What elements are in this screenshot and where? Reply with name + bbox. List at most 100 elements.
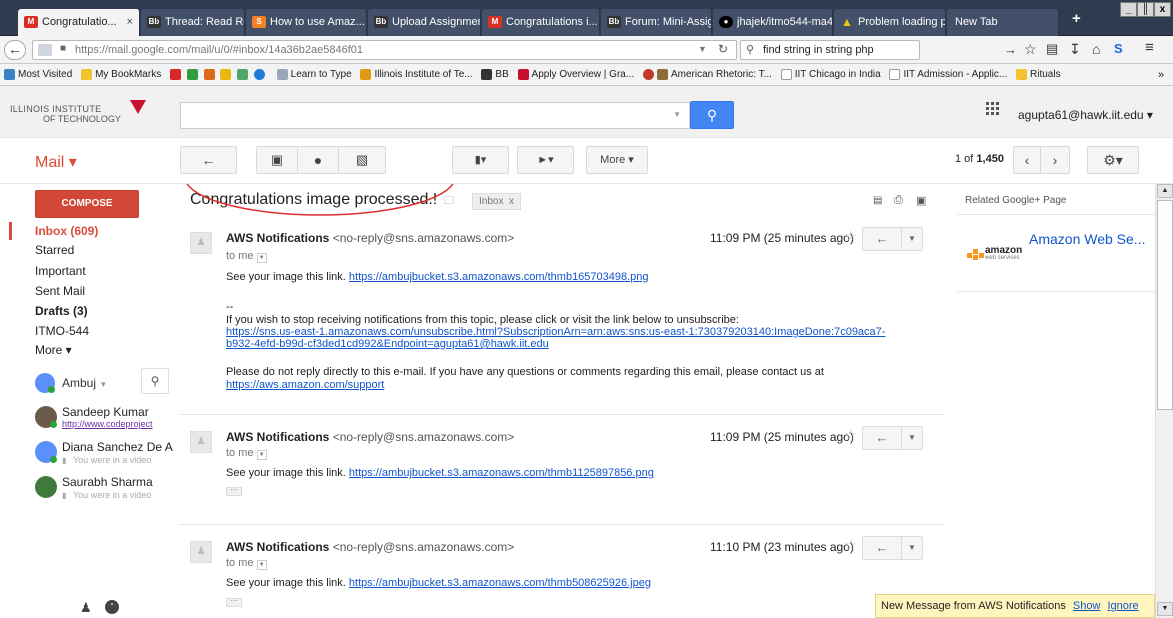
inbox-label-chip[interactable]: Inbox x — [472, 193, 522, 210]
nav-drafts[interactable]: Drafts (3) — [35, 304, 88, 318]
account-menu[interactable]: agupta61@hawk.iit.edu ▾ — [1018, 108, 1153, 122]
new-tab-button[interactable]: + — [1072, 10, 1081, 27]
nav-starred[interactable]: Starred — [35, 243, 74, 257]
unsubscribe-link[interactable]: https://sns.us-east-1.amazonaws.com/unsu… — [226, 326, 885, 338]
details-dropdown-icon[interactable]: ▼ — [256, 253, 267, 263]
page-scrollbar[interactable]: ▲ ▼ — [1155, 184, 1173, 618]
message-more-button[interactable]: ▼ — [901, 536, 923, 560]
go-icon[interactable]: → — [1004, 42, 1017, 57]
bookmark-iit-admission[interactable]: IIT Admission - Applic... — [889, 64, 1007, 85]
recipient[interactable]: to me ▼ — [226, 250, 267, 263]
downloads-icon[interactable]: ↧ — [1069, 41, 1081, 58]
tab-how-to-use-amazon[interactable]: S How to use Amaz... — [246, 9, 367, 36]
contact-saurabh[interactable]: Saurabh Sharma ▮ You were in a video — [35, 475, 180, 506]
details-dropdown-icon[interactable]: ▼ — [256, 560, 267, 570]
recipient[interactable]: to me ▼ — [226, 557, 267, 570]
dropdown-icon[interactable]: ▼ — [698, 44, 707, 54]
tab-forum-mini-assignment[interactable]: Bb Forum: Mini-Assig... — [601, 9, 712, 36]
print-icon[interactable]: ⎙ — [894, 194, 903, 207]
bookmark-bb[interactable]: BB — [481, 64, 509, 85]
notification-show-link[interactable]: Show — [1073, 600, 1101, 612]
sender-name[interactable]: AWS Notifications <no-reply@sns.amazonaw… — [226, 430, 514, 444]
nav-itmo-544[interactable]: ITMO-544 — [35, 324, 89, 338]
contact-diana[interactable]: Diana Sanchez De A ▮ You were in a video — [35, 440, 180, 471]
bookmark-learn-to-type[interactable]: Learn to Type — [276, 64, 352, 85]
scroll-up-button[interactable]: ▲ — [1157, 184, 1173, 198]
back-to-inbox-button[interactable]: ← — [180, 146, 237, 174]
settings-button[interactable]: ⚙▾ — [1087, 146, 1139, 174]
show-trimmed-content-button[interactable]: ⋯ — [226, 598, 242, 607]
star-icon[interactable]: ☆ — [844, 426, 857, 444]
contact-sandeep[interactable]: Sandeep Kumar http://www.codeproject — [35, 405, 180, 436]
nav-important[interactable]: Important — [35, 264, 86, 278]
mail-switcher[interactable]: Mail ▾ — [35, 152, 77, 172]
image-link[interactable]: https://ambujbucket.s3.amazonaws.com/thm… — [349, 467, 654, 479]
new-window-icon[interactable]: ▣ — [916, 194, 926, 207]
maximize-button[interactable]: ║ — [1137, 2, 1154, 17]
archive-button[interactable]: ▣ — [256, 146, 298, 174]
report-spam-button[interactable]: ● — [297, 146, 339, 174]
nav-more[interactable]: More ▾ — [35, 343, 72, 357]
tab-congratulations-2[interactable]: M Congratulations i... — [482, 9, 600, 36]
bookmark-american-rhetoric[interactable]: American Rhetoric: T... — [642, 64, 772, 85]
compose-button[interactable]: COMPOSE — [35, 190, 139, 218]
tab-new-tab[interactable]: New Tab — [947, 9, 1059, 36]
chat-user-name[interactable]: Ambuj ▼ — [62, 376, 107, 390]
scroll-thumb[interactable] — [1157, 200, 1173, 410]
tab-gmail-congratulations[interactable]: M Congratulatio... × — [18, 9, 140, 36]
labels-button[interactable]: ►▾ — [517, 146, 574, 174]
image-link[interactable]: https://ambujbucket.s3.amazonaws.com/thm… — [349, 577, 651, 589]
search-field[interactable]: ⚲ find string in string php — [740, 40, 920, 60]
reply-button[interactable]: ← — [862, 536, 902, 560]
image-link[interactable]: https://ambujbucket.s3.amazonaws.com/thm… — [349, 271, 649, 283]
reply-button[interactable]: ← — [862, 227, 902, 251]
contacts-person-icon[interactable]: ♟ — [80, 600, 92, 616]
notification-ignore-link[interactable]: Ignore — [1107, 600, 1138, 612]
aws-logo[interactable]: amazon web services — [967, 245, 1027, 267]
back-button[interactable]: ← — [4, 40, 26, 60]
bookmarks-menu-icon[interactable]: ▤ — [1046, 41, 1058, 57]
older-button[interactable]: › — [1040, 146, 1070, 174]
nav-inbox[interactable]: Inbox (609) — [35, 224, 98, 238]
star-icon[interactable]: ☆ — [844, 227, 857, 245]
bookmark-iit[interactable]: Illinois Institute of Te... — [360, 64, 473, 85]
bookmark-most-visited[interactable]: Most Visited — [4, 64, 72, 85]
show-trimmed-content-button[interactable]: ⋯ — [226, 487, 242, 496]
move-to-button[interactable]: ▮▾ — [452, 146, 509, 174]
unsubscribe-link-continued[interactable]: b932-4efd-b99d-cf3ded1cd992&Endpoint=agu… — [226, 338, 549, 350]
iit-logo[interactable]: ILLINOIS INSTITUTE OF TECHNOLOGY — [10, 100, 160, 132]
apps-grid-icon[interactable] — [986, 102, 1000, 116]
reply-button[interactable]: ← — [862, 426, 902, 450]
bookmark-star-icon[interactable]: ☆ — [1024, 41, 1037, 58]
search-dropdown-icon[interactable]: ▼ — [673, 110, 681, 119]
tab-github-itmo544[interactable]: ● jhajek/itmo544-ma4 — [713, 9, 833, 36]
important-marker-icon[interactable] — [444, 196, 454, 204]
bookmark-icons-group[interactable] — [169, 64, 268, 85]
bookmarks-overflow-icon[interactable]: » — [1158, 64, 1164, 85]
chat-search-button[interactable]: ⚲ — [141, 368, 169, 394]
support-link[interactable]: https://aws.amazon.com/support — [226, 379, 384, 391]
star-icon[interactable]: ☆ — [844, 536, 857, 554]
close-window-button[interactable]: x — [1154, 2, 1171, 17]
tab-upload-assignment[interactable]: Bb Upload Assignmen... — [368, 9, 481, 36]
newer-button[interactable]: ‹ — [1013, 146, 1041, 174]
sender-name[interactable]: AWS Notifications <no-reply@sns.amazonaw… — [226, 540, 514, 554]
recipient[interactable]: to me ▼ — [226, 447, 267, 460]
bookmark-my-bookmarks[interactable]: My BookMarks — [81, 64, 161, 85]
sender-name[interactable]: AWS Notifications <no-reply@sns.amazonaw… — [226, 231, 514, 245]
scroll-down-button[interactable]: ▼ — [1157, 602, 1173, 616]
bookmark-iit-chicago-india[interactable]: IIT Chicago in India — [780, 64, 881, 85]
hangouts-icon[interactable]: “ — [105, 600, 119, 614]
gmail-search-input[interactable]: ▼ — [180, 102, 690, 129]
details-dropdown-icon[interactable]: ▼ — [256, 450, 267, 460]
expand-all-icon[interactable]: ▤ — [873, 195, 882, 206]
message-more-button[interactable]: ▼ — [901, 426, 923, 450]
gmail-search-button[interactable]: ⚲ — [690, 101, 734, 129]
minimize-button[interactable]: _ — [1120, 2, 1137, 17]
close-tab-icon[interactable]: × — [127, 9, 133, 36]
menu-icon[interactable]: ≡ — [1145, 39, 1154, 56]
skype-icon[interactable]: S — [1114, 41, 1123, 56]
more-button[interactable]: More ▾ — [586, 146, 648, 174]
bookmark-apply-overview[interactable]: Apply Overview | Gra... — [517, 64, 634, 85]
reload-icon[interactable]: ↻ — [718, 42, 728, 56]
